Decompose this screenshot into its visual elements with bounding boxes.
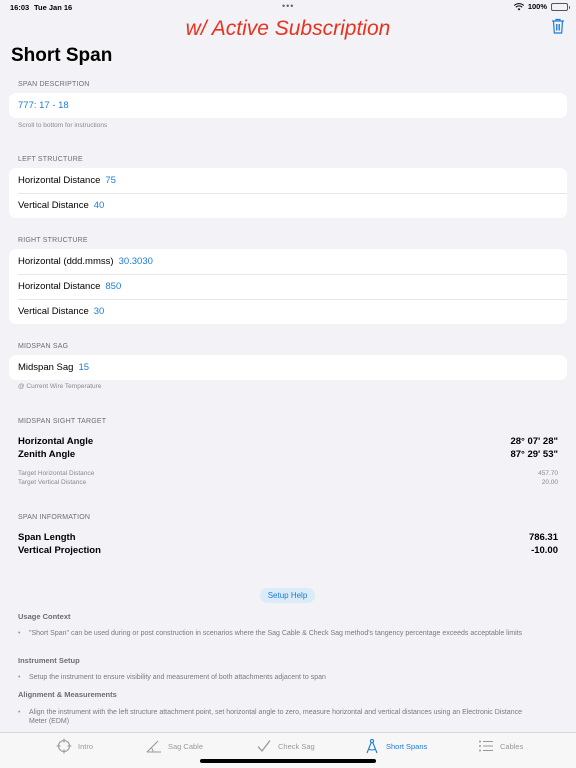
right-vertical-distance-label: Vertical Distance	[18, 306, 89, 317]
status-time: 16:03	[10, 3, 30, 12]
target-vertical-distance-row: Target Vertical Distance 20.00	[18, 479, 558, 486]
span-length-label: Span Length	[18, 532, 76, 543]
right-structure-card: Horizontal (ddd.mmss) 30.3030 Horizontal…	[9, 249, 567, 324]
zenith-angle-row: Zenith Angle 87° 29' 53"	[18, 449, 558, 460]
horizontal-angle-row: Horizontal Angle 28° 07' 28"	[18, 436, 558, 447]
section-header-right-structure: RIGHT STRUCTURE	[18, 237, 88, 244]
midspan-sag-footnote: @ Current Wire Temperature	[18, 383, 102, 390]
usage-context-title: Usage Context	[18, 612, 71, 621]
zenith-angle-label: Zenith Angle	[18, 449, 76, 460]
span-description-footnote: Scroll to bottom for instructions	[18, 122, 108, 129]
span-length-value: 786.31	[528, 532, 558, 543]
page-title: Short Span	[11, 45, 113, 66]
span-description-card: 777: 17 - 18	[9, 93, 567, 118]
target-horizontal-distance-value: 457.70	[538, 470, 558, 477]
target-horizontal-distance-label: Target Horizontal Distance	[18, 470, 95, 477]
instrument-setup-text: Setup the instrument to ensure visibilit…	[18, 673, 538, 682]
right-horizontal-angle-row[interactable]: Horizontal (ddd.mmss) 30.3030	[9, 249, 567, 274]
tab-short-spans-label: Short Spans	[386, 741, 428, 751]
right-horizontal-angle-label: Horizontal (ddd.mmss)	[18, 256, 114, 267]
usage-context-text: "Short Span" can be used during or post …	[18, 629, 538, 638]
section-header-left-structure: LEFT STRUCTURE	[18, 156, 83, 163]
tab-sag-cable[interactable]: Sag Cable	[146, 739, 203, 753]
vertical-projection-row: Vertical Projection -10.00	[18, 545, 558, 556]
zenith-angle-value: 87° 29' 53"	[510, 449, 558, 460]
instrument-setup-title: Instrument Setup	[18, 656, 80, 665]
alignment-measurements-title: Alignment & Measurements	[18, 690, 117, 699]
compass-icon	[366, 738, 378, 754]
wifi-icon	[513, 2, 524, 10]
section-header-span-description: SPAN DESCRIPTION	[18, 81, 90, 88]
battery-percent: 100%	[527, 2, 547, 11]
vertical-projection-value: -10.00	[531, 545, 558, 556]
left-horizontal-distance-label: Horizontal Distance	[18, 175, 101, 186]
target-horizontal-distance-row: Target Horizontal Distance 457.70	[18, 470, 558, 477]
span-description-value[interactable]: 777: 17 - 18	[18, 100, 69, 111]
left-vertical-distance-value[interactable]: 40	[94, 200, 105, 211]
right-horizontal-angle-value[interactable]: 30.3030	[119, 256, 153, 267]
horizontal-angle-value: 28° 07' 28"	[510, 436, 558, 447]
midspan-sag-label: Midspan Sag	[18, 362, 74, 373]
tab-sag-cable-label: Sag Cable	[168, 741, 204, 751]
tab-intro[interactable]: Intro	[56, 738, 94, 754]
midspan-sag-row[interactable]: Midspan Sag 15	[9, 355, 567, 380]
tab-check-sag[interactable]: Check Sag	[256, 739, 315, 753]
span-description-field[interactable]: 777: 17 - 18	[9, 93, 567, 118]
section-header-midspan-sag: MIDSPAN SAG	[18, 343, 69, 350]
tab-cables-label: Cables	[500, 741, 524, 751]
horizontal-angle-label: Horizontal Angle	[18, 436, 94, 447]
tab-short-spans[interactable]: Short Spans	[364, 738, 428, 754]
status-right: 100%	[513, 2, 570, 11]
right-horizontal-distance-label: Horizontal Distance	[18, 281, 101, 292]
subscription-banner: w/ Active Subscription	[185, 17, 391, 40]
target-vertical-distance-value: 20.00	[541, 479, 558, 486]
left-vertical-distance-label: Vertical Distance	[18, 200, 89, 211]
list-icon	[479, 740, 493, 752]
checkmark-icon	[257, 740, 271, 753]
tab-cables[interactable]: Cables	[478, 739, 523, 753]
midspan-sag-value[interactable]: 15	[78, 362, 89, 373]
status-bar: 16:03 Tue Jan 16 ••• 100%	[0, 0, 576, 14]
midspan-sag-card: Midspan Sag 15	[9, 355, 567, 380]
setup-help-button[interactable]: Setup Help	[260, 588, 315, 603]
left-structure-card: Horizontal Distance 75 Vertical Distance…	[9, 168, 567, 218]
crosshair-icon	[56, 738, 72, 754]
target-vertical-distance-label: Target Vertical Distance	[18, 479, 87, 486]
trash-icon[interactable]	[551, 18, 565, 34]
multitasking-dots-icon[interactable]: •••	[282, 1, 294, 11]
vertical-projection-label: Vertical Projection	[18, 545, 101, 556]
section-header-span-information: SPAN INFORMATION	[18, 514, 91, 521]
span-length-row: Span Length 786.31	[18, 532, 558, 543]
section-header-midspan-sight-target: MIDSPAN SIGHT TARGET	[18, 418, 107, 425]
right-horizontal-distance-value[interactable]: 850	[105, 281, 121, 292]
left-horizontal-distance-row[interactable]: Horizontal Distance 75	[9, 168, 567, 193]
status-date: Tue Jan 16	[34, 3, 73, 12]
battery-icon	[551, 2, 570, 11]
alignment-measurements-text: Align the instrument with the left struc…	[18, 708, 538, 726]
right-vertical-distance-row[interactable]: Vertical Distance 30	[9, 299, 567, 324]
left-horizontal-distance-value[interactable]: 75	[105, 175, 116, 186]
home-indicator	[200, 759, 376, 763]
right-vertical-distance-value[interactable]: 30	[94, 306, 105, 317]
tab-intro-label: Intro	[78, 741, 94, 751]
tab-check-sag-label: Check Sag	[278, 741, 315, 751]
right-horizontal-distance-row[interactable]: Horizontal Distance 850	[9, 274, 567, 299]
angle-icon	[146, 740, 161, 753]
left-vertical-distance-row[interactable]: Vertical Distance 40	[9, 193, 567, 218]
